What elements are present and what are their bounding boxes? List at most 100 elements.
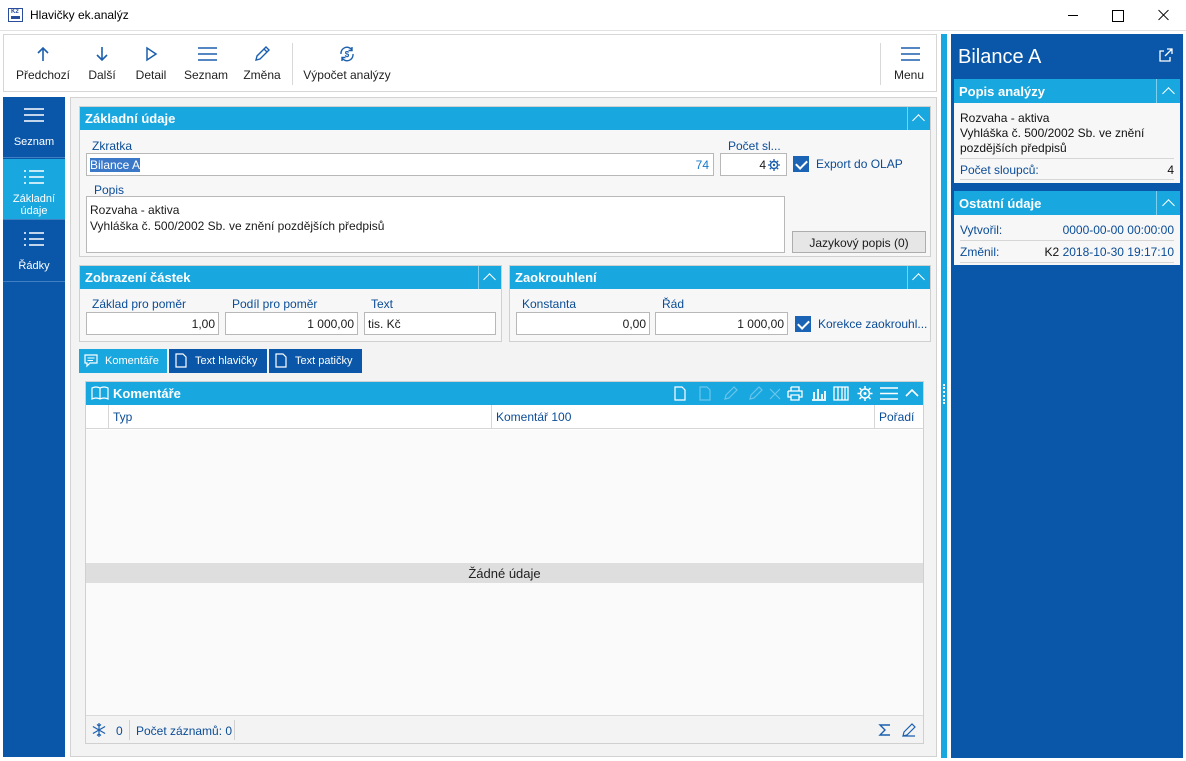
tab-comments[interactable]: Komentáře — [79, 349, 167, 373]
left-navigation: Seznam Základní údaje Řádky — [3, 97, 65, 757]
collapse-button[interactable] — [907, 107, 930, 130]
grid-header: Komentáře — [86, 382, 923, 405]
column-header-type[interactable]: Typ — [113, 410, 132, 424]
edit-pencil-icon[interactable] — [746, 385, 764, 402]
analysis-description: Rozvaha - aktiva Vyhláška č. 500/2002 Sb… — [960, 111, 1144, 156]
document-icon — [175, 353, 187, 368]
right-info-panel: Bilance A Popis analýzy Rozvaha - aktiva… — [951, 34, 1183, 758]
menu-button[interactable]: Menu — [888, 35, 930, 91]
toolbar-separator — [880, 43, 881, 85]
collapse-button[interactable] — [1156, 79, 1180, 103]
footer-separator — [129, 720, 130, 740]
book-icon — [91, 386, 109, 400]
title-bar: Hlavičky ek.analýz — [0, 0, 1186, 31]
section-header: Zobrazení částek — [80, 266, 501, 289]
detail-button[interactable]: Detail — [130, 35, 172, 91]
amount-display-section: Zobrazení částek Základ pro poměr 1,00 P… — [79, 265, 502, 342]
panel-splitter[interactable] — [941, 34, 947, 758]
chart-icon[interactable] — [810, 385, 828, 402]
collapse-button[interactable] — [478, 266, 501, 289]
main-panel: Základní údaje Zkratka Bilance A 74 Poče… — [70, 97, 937, 757]
minimize-button[interactable] — [1050, 0, 1096, 31]
changed-by: K2 — [1044, 245, 1060, 259]
description-line: Rozvaha - aktiva — [90, 203, 180, 217]
previous-button[interactable]: Předchozí — [8, 35, 78, 91]
previous-label: Předchozí — [15, 68, 71, 82]
ratio-base-input[interactable]: 1,00 — [86, 312, 219, 335]
nav-item-list[interactable]: Seznam — [3, 97, 65, 158]
rounding-correction-label: Korekce zaokrouhl... — [818, 317, 928, 331]
nav-item-rows[interactable]: Řádky — [3, 221, 65, 282]
gear-icon[interactable] — [768, 159, 780, 171]
menu-label: Menu — [893, 68, 925, 82]
nav-item-basic-data[interactable]: Základní údaje — [3, 159, 65, 220]
print-icon[interactable] — [786, 385, 804, 402]
copy-icon[interactable] — [696, 385, 714, 402]
document-icon — [275, 353, 287, 368]
export-olap-checkbox[interactable] — [793, 156, 809, 172]
window-title: Hlavičky ek.analýz — [30, 8, 129, 22]
next-label: Další — [88, 68, 116, 82]
maximize-button[interactable] — [1094, 0, 1140, 31]
hamburger-icon[interactable] — [879, 385, 899, 402]
chevron-up-icon[interactable] — [903, 385, 921, 402]
gear-icon[interactable] — [856, 385, 874, 402]
abbrev-value: Bilance A — [90, 158, 141, 172]
columns-count-label: Počet sloupců: — [960, 163, 1039, 177]
open-external-icon[interactable] — [1159, 48, 1173, 62]
rounding-correction-checkbox[interactable] — [795, 316, 811, 332]
next-button[interactable]: Další — [82, 35, 122, 91]
toolbar-separator — [292, 43, 293, 85]
columns-icon[interactable] — [832, 385, 850, 402]
sum-icon[interactable] — [878, 723, 892, 737]
tab-header-text[interactable]: Text hlavičky — [169, 349, 267, 373]
constant-label: Konstanta — [522, 297, 577, 311]
column-header-order[interactable]: Pořadí — [879, 410, 914, 424]
list-label: Seznam — [183, 68, 229, 82]
nav-item-label: Seznam — [13, 136, 55, 148]
other-data-section: Ostatní údaje Vytvořil: 0000-00-00 00:00… — [954, 191, 1180, 265]
description-line: pozdějších předpisů — [960, 141, 1067, 155]
grid-footer: 0 Počet záznamů: 0 — [86, 715, 923, 743]
empty-message: Žádné údaje — [86, 563, 923, 583]
constant-input[interactable]: 0,00 — [516, 312, 650, 335]
splitter-grip — [943, 384, 945, 404]
compute-analysis-label: Výpočet analýzy — [303, 68, 391, 82]
language-description-button[interactable]: Jazykový popis (0) — [792, 231, 926, 253]
tab-label: Komentáře — [105, 355, 159, 367]
collapse-button[interactable] — [907, 266, 930, 289]
text-input[interactable]: tis. Kč — [364, 312, 496, 335]
edit-button[interactable]: Změna — [240, 35, 284, 91]
snowflake-icon[interactable] — [92, 723, 106, 737]
order-input[interactable]: 1 000,00 — [655, 312, 788, 335]
new-record-icon[interactable] — [671, 385, 689, 402]
ratio-share-label: Podíl pro poměr — [232, 297, 318, 311]
list-button[interactable]: Seznam — [180, 35, 232, 91]
description-textarea[interactable]: Rozvaha - aktiva Vyhláška č. 500/2002 Sb… — [86, 196, 785, 253]
created-value: 0000-00-00 00:00:00 — [1062, 223, 1174, 237]
grid-body: Žádné údaje — [86, 430, 923, 716]
svg-text:$: $ — [345, 50, 350, 59]
column-header-comment[interactable]: Komentář 100 — [496, 410, 571, 424]
details-list-icon — [24, 170, 44, 184]
comment-icon — [84, 354, 98, 368]
char-count: 74 — [695, 158, 709, 172]
description-line: Vyhláška č. 500/2002 Sb. ve znění — [960, 126, 1145, 140]
abbrev-input[interactable]: Bilance A 74 — [86, 153, 714, 176]
hamburger-icon — [901, 47, 920, 61]
close-button[interactable] — [1140, 0, 1186, 31]
pencil-icon[interactable] — [902, 723, 916, 737]
frozen-count: 0 — [116, 724, 123, 738]
columns-count-label: Počet sl... — [728, 139, 781, 153]
ratio-share-input[interactable]: 1 000,00 — [225, 312, 358, 335]
nav-item-label-line2: údaje — [20, 205, 48, 217]
abbrev-label: Zkratka — [92, 139, 133, 153]
grid-title: Komentáře — [113, 386, 181, 401]
edit-record-icon[interactable] — [721, 385, 739, 402]
footer-separator — [234, 720, 235, 740]
compute-analysis-button[interactable]: $ Výpočet analýzy — [302, 35, 392, 91]
columns-count-value: 4 — [1167, 163, 1174, 177]
tab-footer-text[interactable]: Text patičky — [269, 349, 362, 373]
delete-icon[interactable] — [766, 385, 784, 402]
collapse-button[interactable] — [1156, 191, 1180, 215]
